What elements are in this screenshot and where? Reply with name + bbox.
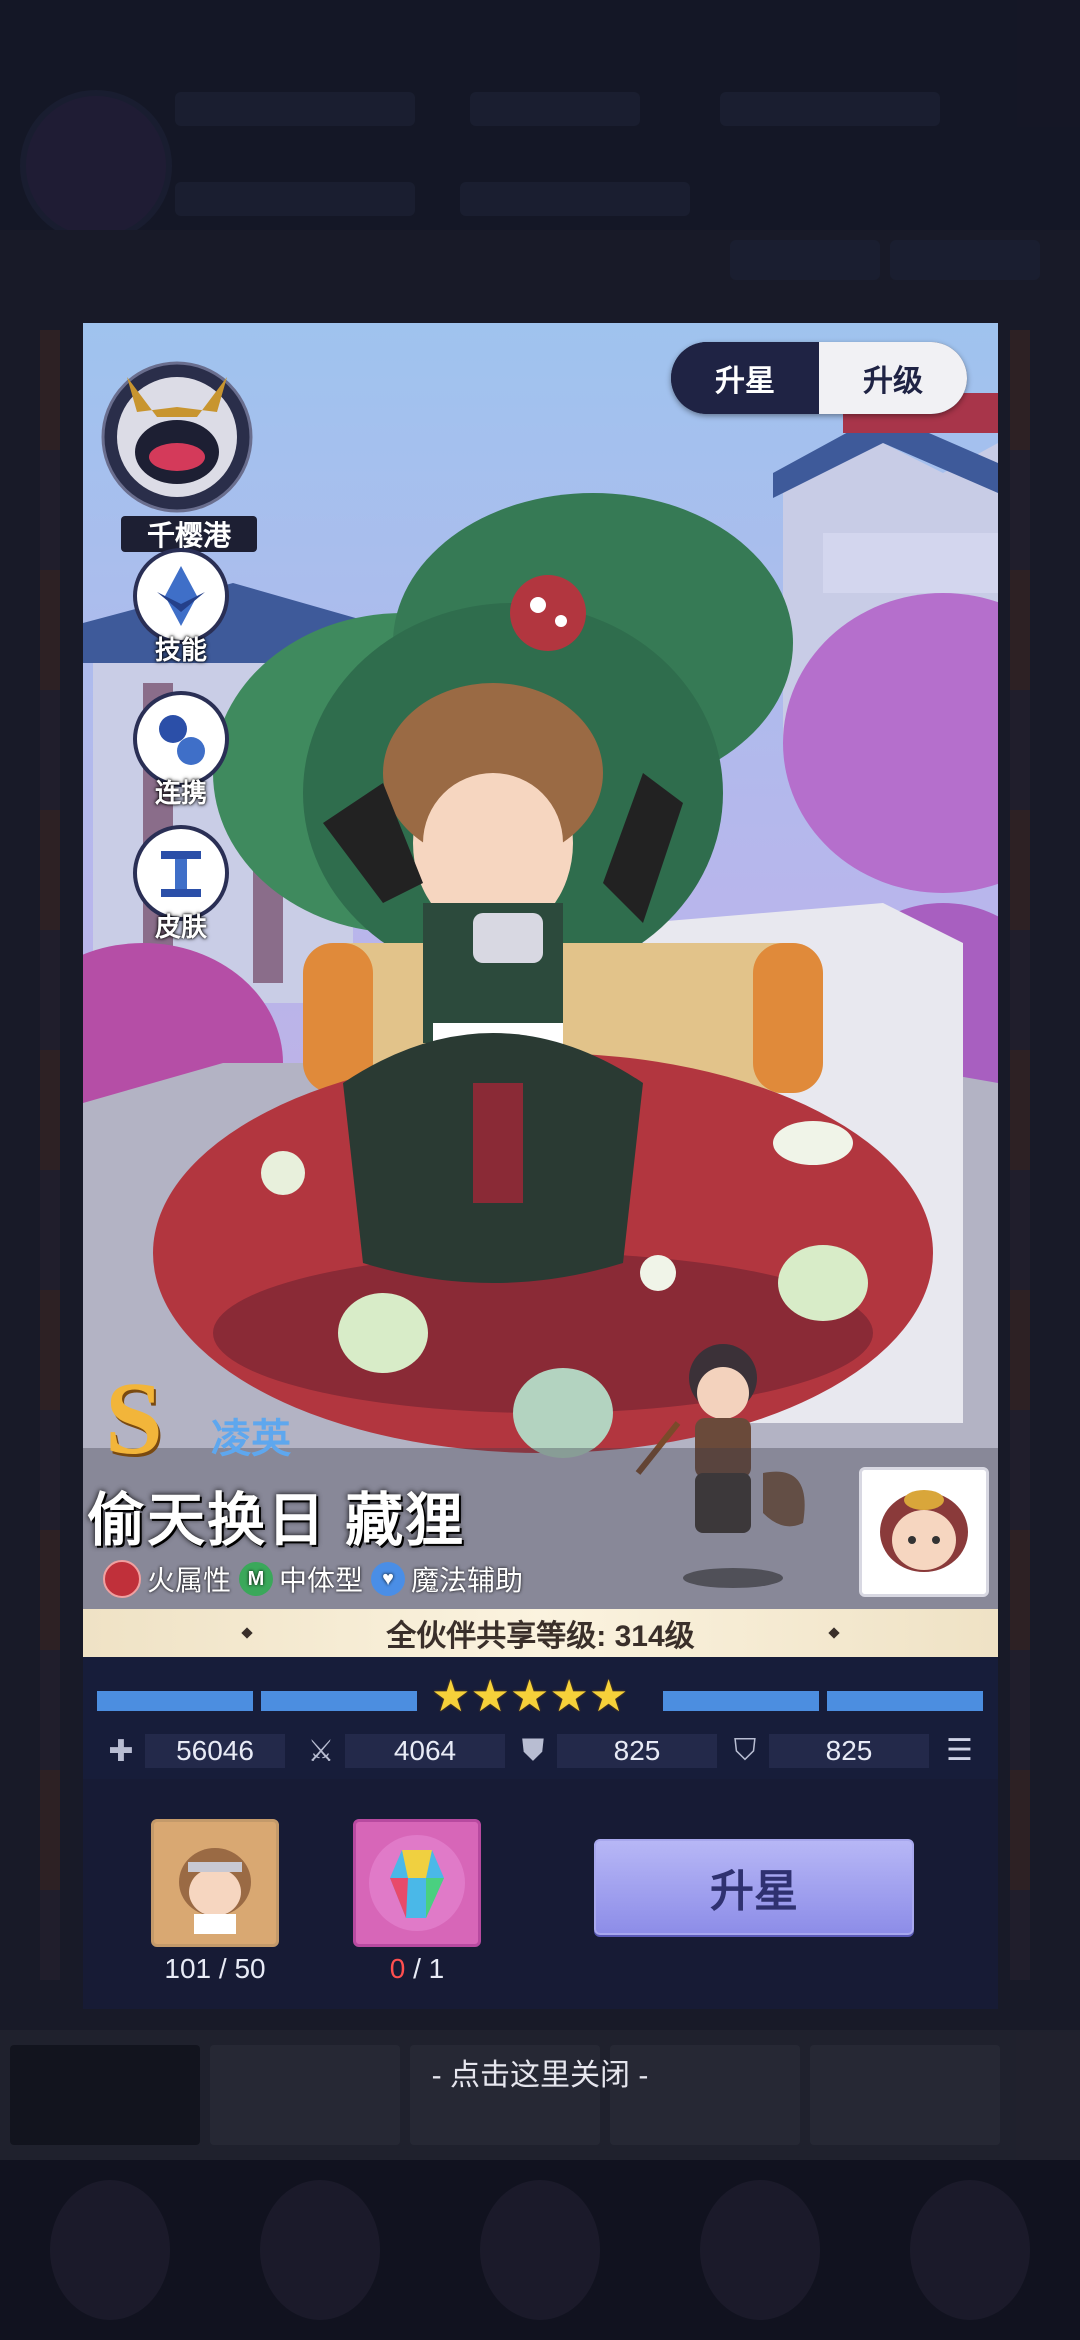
shared-level-text: 全伙伴共享等级: 314级	[386, 1620, 695, 1653]
region-emblem-icon	[101, 361, 253, 513]
link-button[interactable]: 连携	[131, 691, 231, 810]
region-badge[interactable]: 千樱港	[97, 357, 257, 552]
material-crystal-need: 1	[428, 1953, 445, 1984]
tab-star-up[interactable]: 升星	[671, 342, 819, 414]
star-progress-segment	[97, 1691, 253, 1711]
star-icon: ★	[509, 1672, 550, 1721]
character-sub-name: 凌英	[211, 1417, 291, 1461]
attack-sword-icon: ⚔	[307, 1734, 335, 1768]
rank-badge: S	[105, 1361, 163, 1476]
star-icon: ★	[588, 1672, 629, 1721]
star-progress-segment	[261, 1691, 417, 1711]
physical-defense-icon: ⛊	[521, 1734, 545, 1767]
medium-size-icon: M	[239, 1562, 274, 1596]
trait-body-size: M 中体型	[239, 1559, 363, 1599]
shared-level-bar: 全伙伴共享等级: 314级	[83, 1609, 998, 1657]
hp-icon: ✚	[108, 1734, 134, 1768]
character-face-icon	[862, 1470, 986, 1594]
skin-button[interactable]: 皮肤	[131, 825, 231, 944]
region-name: 千樱港	[121, 516, 257, 552]
material-rainbow-crystal[interactable]	[353, 1819, 481, 1947]
material-crystal-have: 0	[389, 1953, 406, 1984]
trait-element: 火属性	[103, 1559, 231, 1599]
star-icon: ★	[431, 1672, 471, 1721]
material-character-shard[interactable]	[151, 1819, 279, 1947]
trait-list: 火属性 M 中体型 ♥ 魔法辅助	[103, 1555, 531, 1603]
star-progress-segment	[827, 1691, 983, 1711]
character-title: 偷天换日 藏狸	[87, 1488, 466, 1553]
stat-hp: ✚ 56046	[103, 1731, 285, 1771]
star-icon: ★	[549, 1672, 589, 1721]
character-portrait-thumbnail[interactable]	[859, 1467, 989, 1597]
tab-level-up[interactable]: 升级	[819, 342, 967, 414]
material-shard-count: 101 / 50	[164, 1953, 266, 1984]
rainbow-crystal-icon	[369, 1835, 465, 1931]
stat-attack: ⚔ 4064	[303, 1731, 505, 1771]
star-up-button[interactable]: 升星	[594, 1839, 914, 1935]
upgrade-mode-tabs: 升星 升级	[671, 342, 967, 414]
stat-row: ✚ 56046 ⚔ 4064 ⛊ 825 ⛉ 825	[83, 1723, 998, 1779]
trait-role: ♥ 魔法辅助	[371, 1559, 523, 1599]
material-crystal-count: 0 / 1	[389, 1953, 445, 1984]
character-detail-modal: 升星 升级 千樱港 技能 连携 皮肤 S 凌英 偷天换日 藏狸 火属性 M 中体…	[83, 323, 998, 2009]
star-rating: ★ ★ ★ ★ ★	[431, 1672, 628, 1721]
magic-defense-icon: ⛉	[733, 1734, 757, 1767]
stat-physical-defense: ⛊ 825	[515, 1731, 717, 1771]
skill-button[interactable]: 技能	[131, 548, 231, 667]
stat-details-list-icon[interactable]: ☰	[946, 1733, 980, 1767]
fire-icon	[103, 1560, 141, 1598]
star-icon: ★	[470, 1672, 510, 1721]
magic-support-icon: ♥	[371, 1562, 406, 1596]
star-progress-segment	[663, 1691, 819, 1711]
stat-magic-defense: ⛉ 825	[727, 1731, 929, 1771]
close-hint[interactable]: - 点击这里关闭 -	[0, 2050, 1080, 2094]
character-shard-icon	[179, 1848, 251, 1934]
